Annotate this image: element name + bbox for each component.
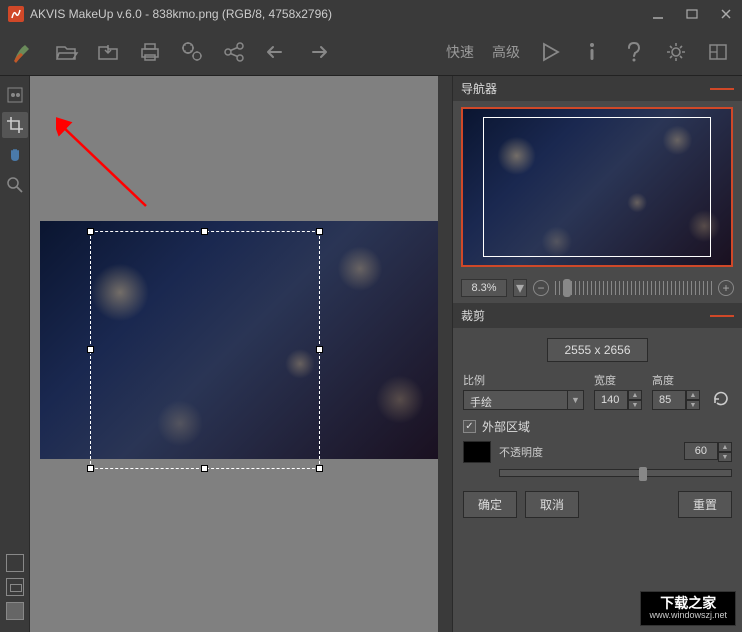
- width-spin-down[interactable]: ▼: [628, 400, 642, 410]
- opacity-slider-thumb[interactable]: [639, 467, 647, 481]
- canvas-area[interactable]: [30, 76, 452, 632]
- zoom-out-icon[interactable]: −: [533, 280, 549, 296]
- canvas-vertical-scrollbar[interactable]: [438, 76, 452, 632]
- share-icon[interactable]: [220, 38, 248, 66]
- hand-tool-icon[interactable]: [2, 142, 28, 168]
- external-area-checkbox[interactable]: ✓: [463, 420, 476, 433]
- crop-panel: 2555 x 2656 比例 手绘 ▼ 宽度 140 ▲▼: [453, 328, 742, 528]
- watermark-title: 下载之家: [649, 596, 727, 611]
- open-file-icon[interactable]: [52, 38, 80, 66]
- mode-advanced-link[interactable]: 高级: [490, 42, 522, 62]
- save-file-icon[interactable]: [94, 38, 122, 66]
- panel-collapse-icon[interactable]: [710, 315, 734, 317]
- crop-tool-icon[interactable]: [2, 112, 28, 138]
- width-label: 宽度: [594, 372, 642, 388]
- opacity-label: 不透明度: [499, 444, 543, 460]
- window-title: AKVIS MakeUp v.6.0 - 838kmo.png (RGB/8, …: [30, 7, 650, 21]
- pre-process-tool-icon[interactable]: [2, 82, 28, 108]
- swap-dimensions-icon[interactable]: [710, 388, 732, 410]
- panel-collapse-icon[interactable]: [710, 88, 734, 90]
- crop-panel-header[interactable]: 裁剪: [453, 303, 742, 328]
- height-label: 高度: [652, 372, 700, 388]
- zoom-in-icon[interactable]: +: [718, 280, 734, 296]
- view-mode-split-icon[interactable]: [6, 578, 24, 596]
- zoom-tool-icon[interactable]: [2, 172, 28, 198]
- mode-fast-link[interactable]: 快速: [444, 42, 476, 62]
- info-icon[interactable]: [578, 38, 606, 66]
- reset-button[interactable]: 重置: [678, 491, 732, 518]
- main-toolbar: 快速 高级: [0, 28, 742, 76]
- annotation-arrow: [56, 76, 176, 226]
- main-area: 导航器 8.3% ▾ − + 裁剪 2555 x 2656 比例: [0, 76, 742, 632]
- height-spin-down[interactable]: ▼: [686, 400, 700, 410]
- settings-icon[interactable]: [662, 38, 690, 66]
- ratio-select[interactable]: 手绘: [463, 390, 568, 410]
- external-area-label: 外部区域: [482, 418, 530, 435]
- opacity-spin-up[interactable]: ▲: [718, 442, 732, 452]
- brush-tool-icon[interactable]: [10, 38, 38, 66]
- crop-dimensions-display: 2555 x 2656: [547, 338, 647, 362]
- opacity-value[interactable]: 60: [684, 442, 718, 460]
- ratio-label: 比例: [463, 372, 584, 388]
- left-toolbar: [0, 76, 30, 632]
- view-mode-after-icon[interactable]: [6, 602, 24, 620]
- height-input[interactable]: 85: [652, 390, 686, 410]
- minimize-button[interactable]: [650, 6, 666, 22]
- undo-icon[interactable]: [262, 38, 290, 66]
- titlebar: AKVIS MakeUp v.6.0 - 838kmo.png (RGB/8, …: [0, 0, 742, 28]
- presets-icon[interactable]: [704, 38, 732, 66]
- zoom-value[interactable]: 8.3%: [461, 279, 507, 297]
- crop-handle-bm[interactable]: [201, 465, 208, 472]
- external-area-color-swatch[interactable]: [463, 441, 491, 463]
- right-panel: 导航器 8.3% ▾ − + 裁剪 2555 x 2656 比例: [452, 76, 742, 632]
- view-mode-before-icon[interactable]: [6, 554, 24, 572]
- ok-button[interactable]: 确定: [463, 491, 517, 518]
- print-icon[interactable]: [136, 38, 164, 66]
- opacity-spin-down[interactable]: ▼: [718, 452, 732, 462]
- ratio-dropdown-icon[interactable]: ▼: [568, 390, 584, 410]
- cancel-button[interactable]: 取消: [525, 491, 579, 518]
- maximize-button[interactable]: [684, 6, 700, 22]
- zoom-slider-thumb[interactable]: [563, 279, 571, 297]
- batch-process-icon[interactable]: [178, 38, 206, 66]
- zoom-slider[interactable]: [555, 281, 712, 295]
- crop-handle-br[interactable]: [316, 465, 323, 472]
- height-spin-up[interactable]: ▲: [686, 390, 700, 400]
- zoom-controls: 8.3% ▾ − +: [453, 273, 742, 303]
- navigator-thumbnail[interactable]: [461, 107, 733, 267]
- redo-icon[interactable]: [304, 38, 332, 66]
- opacity-slider[interactable]: [499, 469, 732, 477]
- navigator-viewport-rect[interactable]: [483, 117, 711, 257]
- navigator-heading: 导航器: [461, 80, 497, 97]
- navigator-panel-header[interactable]: 导航器: [453, 76, 742, 101]
- app-logo: [8, 6, 24, 22]
- watermark-url: www.windowszj.net: [649, 611, 727, 621]
- run-icon[interactable]: [536, 38, 564, 66]
- zoom-dropdown-icon[interactable]: ▾: [513, 279, 527, 297]
- navigator-panel: [453, 101, 742, 273]
- crop-heading: 裁剪: [461, 307, 485, 324]
- width-spin-up[interactable]: ▲: [628, 390, 642, 400]
- help-icon[interactable]: [620, 38, 648, 66]
- width-input[interactable]: 140: [594, 390, 628, 410]
- canvas-image[interactable]: [40, 221, 440, 459]
- close-button[interactable]: [718, 6, 734, 22]
- watermark: 下载之家 www.windowszj.net: [640, 591, 736, 626]
- crop-handle-bl[interactable]: [87, 465, 94, 472]
